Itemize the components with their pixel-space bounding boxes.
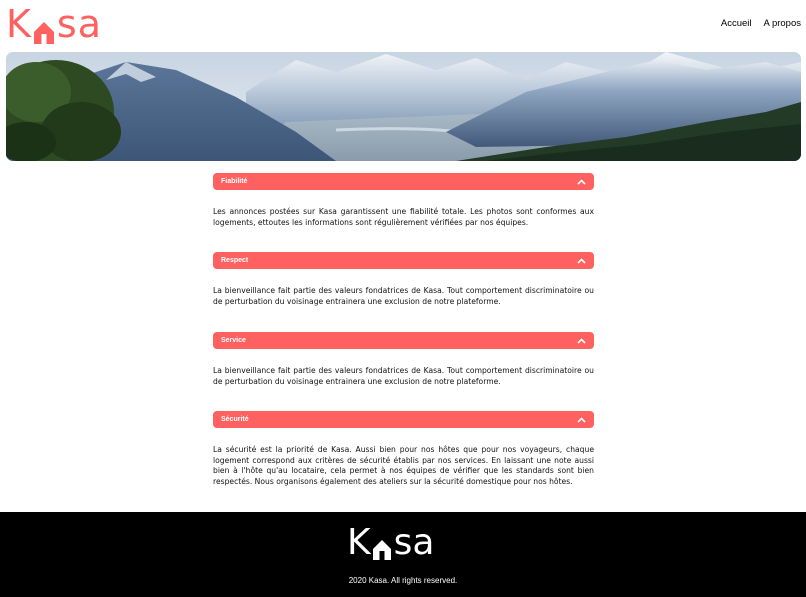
collapse-content: La bienveillance fait partie des valeurs… bbox=[213, 366, 594, 386]
collapse-title: Respect bbox=[221, 257, 249, 264]
collapse-content: La bienveillance fait partie des valeurs… bbox=[213, 286, 594, 306]
kasa-logo[interactable]: K sa bbox=[6, 2, 103, 46]
collapse-content: Les annonces postées sur Kasa garantisse… bbox=[213, 207, 594, 227]
footer: K sa 2020 Kasa. All rights reserved. bbox=[0, 512, 806, 597]
chevron-up-icon[interactable] bbox=[577, 257, 586, 264]
collapse-securite: Sécurité La sécurité est la priorité de … bbox=[213, 411, 594, 487]
kasa-footer-logo[interactable]: K sa bbox=[347, 522, 435, 563]
collapse-header-securite[interactable]: Sécurité bbox=[213, 411, 594, 428]
chevron-up-icon[interactable] bbox=[577, 178, 586, 185]
nav-link-a-propos[interactable]: A propos bbox=[764, 18, 802, 29]
house-icon bbox=[372, 533, 392, 560]
chevron-up-icon[interactable] bbox=[577, 337, 586, 344]
main-nav: Accueil A propos bbox=[721, 18, 801, 29]
house-icon bbox=[33, 14, 55, 44]
header: K sa Accueil A propos bbox=[0, 0, 806, 50]
collapse-title: Fiabilité bbox=[221, 178, 248, 185]
chevron-up-icon[interactable] bbox=[577, 416, 586, 423]
collapse-header-respect[interactable]: Respect bbox=[213, 252, 594, 269]
about-banner-image bbox=[6, 52, 801, 161]
nav-link-accueil[interactable]: Accueil bbox=[721, 18, 752, 29]
copyright-text: 2020 Kasa. All rights reserved. bbox=[348, 576, 458, 585]
logo-letters-sa: sa bbox=[56, 2, 103, 46]
collapse-title: Service bbox=[221, 337, 246, 344]
collapse-header-fiabilite[interactable]: Fiabilité bbox=[213, 173, 594, 190]
collapse-respect: Respect La bienveillance fait partie des… bbox=[213, 252, 594, 332]
collapse-content: La sécurité est la priorité de Kasa. Aus… bbox=[213, 445, 594, 486]
about-collapses: Fiabilité Les annonces postées sur Kasa … bbox=[213, 173, 594, 487]
logo-letters-sa: sa bbox=[393, 522, 435, 563]
logo-letter-k: K bbox=[347, 522, 371, 563]
collapse-title: Sécurité bbox=[221, 416, 249, 423]
collapse-fiabilite: Fiabilité Les annonces postées sur Kasa … bbox=[213, 173, 594, 252]
collapse-header-service[interactable]: Service bbox=[213, 332, 594, 349]
collapse-service: Service La bienveillance fait partie des… bbox=[213, 332, 594, 411]
logo-letter-k: K bbox=[6, 2, 32, 46]
